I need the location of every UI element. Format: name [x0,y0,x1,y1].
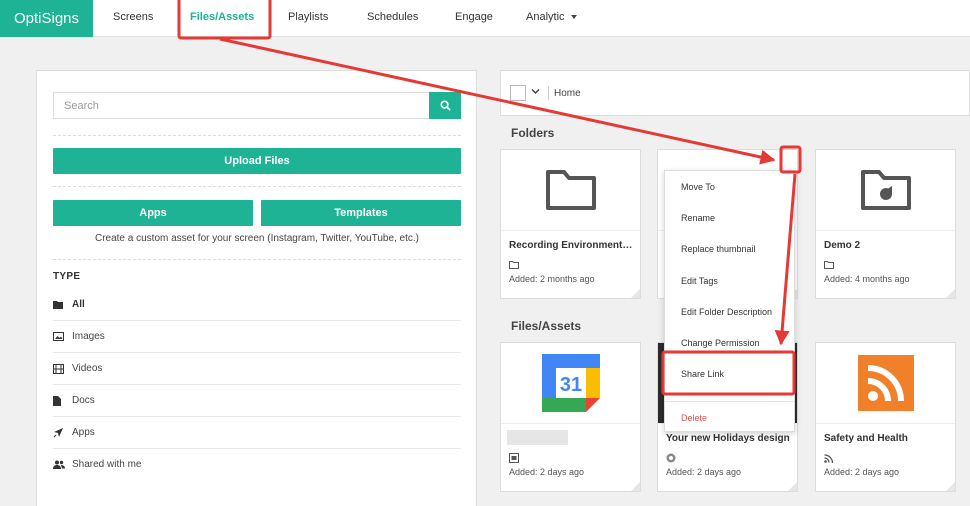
divider [548,86,549,100]
top-navbar: OptiSigns Screens Files/Assets Playlists… [0,0,970,37]
nav-files-assets[interactable]: Files/Assets [190,0,254,37]
type-filter-videos[interactable]: Videos [53,353,461,385]
brand-logo[interactable]: OptiSigns [0,0,93,37]
folder-date: Added: 2 months ago [509,274,595,284]
file-date: Added: 2 days ago [824,467,900,477]
search-button[interactable] [429,92,461,119]
search-icon [439,100,451,111]
breadcrumb-bar: Home [500,70,970,116]
calendar-day: 31 [559,374,581,396]
nav-playlists[interactable]: Playlists [288,0,328,37]
type-filter-all[interactable]: All [53,289,461,321]
card-corner [788,482,797,491]
folder-card[interactable]: Recording Environment ... Added: 2 month… [500,149,641,299]
file-title: Your new Holidays design [666,433,790,444]
apps-button[interactable]: Apps [53,200,253,226]
menu-change-permission[interactable]: Change Permission [665,331,794,355]
type-filter-label: Images [72,331,105,342]
file-thumbnail: 31 [501,343,640,424]
google-calendar-icon: 31 [541,354,600,412]
users-icon [53,460,65,469]
film-icon [53,363,64,374]
rss-small-icon [824,453,834,463]
title-placeholder [507,430,568,445]
nav-analytic[interactable]: Analytic [526,0,577,37]
card-corner [946,289,955,298]
divider [53,259,461,260]
folder-context-menu: Move To Rename Replace thumbnail Edit Ta… [664,170,795,432]
folder-small-icon [824,260,834,270]
type-filter-label: Docs [72,395,95,406]
file-date: Added: 2 days ago [509,467,585,477]
menu-move-to[interactable]: Move To [665,175,794,199]
templates-button[interactable]: Templates [261,200,461,226]
card-corner [946,482,955,491]
files-heading: Files/Assets [511,319,582,333]
breadcrumb-home[interactable]: Home [554,88,581,99]
folder-thumbnail [816,150,955,231]
menu-delete[interactable]: Delete [665,406,794,430]
upload-files-button[interactable]: Upload Files [53,148,461,174]
document-icon [53,395,61,406]
nav-analytic-label: Analytic [526,11,565,23]
folder-small-icon [509,260,519,270]
folder-icon [53,301,63,309]
divider [53,186,461,187]
app-small-icon [509,453,519,463]
select-all-checkbox[interactable] [510,85,526,101]
type-filter-shared[interactable]: Shared with me [53,448,461,480]
rocket-icon [53,427,63,437]
menu-edit-tags[interactable]: Edit Tags [665,269,794,293]
file-thumbnail [816,343,955,424]
file-card[interactable]: Safety and Health Added: 2 days ago [815,342,956,492]
folder-date: Added: 4 months ago [824,274,910,284]
file-title: Safety and Health [824,433,908,444]
design-small-icon [666,453,676,463]
folder-title: Recording Environment ... [509,240,633,251]
search-input[interactable] [53,92,430,119]
type-filter-images[interactable]: Images [53,321,461,353]
nav-screens[interactable]: Screens [113,0,153,37]
divider [665,401,794,402]
type-filter-apps[interactable]: Apps [53,417,461,449]
type-filter-label: Videos [72,363,103,374]
asset-sidebar: Upload Files Apps Templates Create a cus… [36,70,477,506]
search-bar [53,92,461,119]
folder-card[interactable]: Demo 2 Added: 4 months ago [815,149,956,299]
type-filter-label: Shared with me [72,458,142,470]
folder-icon [545,170,596,210]
type-filter-label: All [72,299,85,310]
menu-share-link[interactable]: Share Link [665,362,794,386]
type-heading: TYPE [53,271,81,282]
caret-down-icon [570,15,577,20]
folder-title: Demo 2 [824,240,861,251]
card-corner [631,482,640,491]
type-filter-docs[interactable]: Docs [53,385,461,417]
divider [53,135,461,136]
card-corner [631,289,640,298]
menu-edit-folder-description[interactable]: Edit Folder Description [665,300,794,324]
nav-engage[interactable]: Engage [455,0,493,37]
type-filter-label: Apps [72,427,95,438]
folders-heading: Folders [511,126,555,140]
image-icon [53,332,64,341]
custom-asset-hint: Create a custom asset for your screen (I… [94,233,420,244]
chevron-down-icon[interactable] [531,88,540,95]
menu-rename[interactable]: Rename [665,206,794,230]
file-date: Added: 2 days ago [666,467,742,477]
rss-feed-icon [857,355,914,411]
nav-schedules[interactable]: Schedules [367,0,418,37]
shared-folder-icon [860,170,911,210]
menu-replace-thumbnail[interactable]: Replace thumbnail [665,237,794,261]
file-card[interactable]: 31 Added: 2 days ago [500,342,641,492]
folder-thumbnail [501,150,640,231]
